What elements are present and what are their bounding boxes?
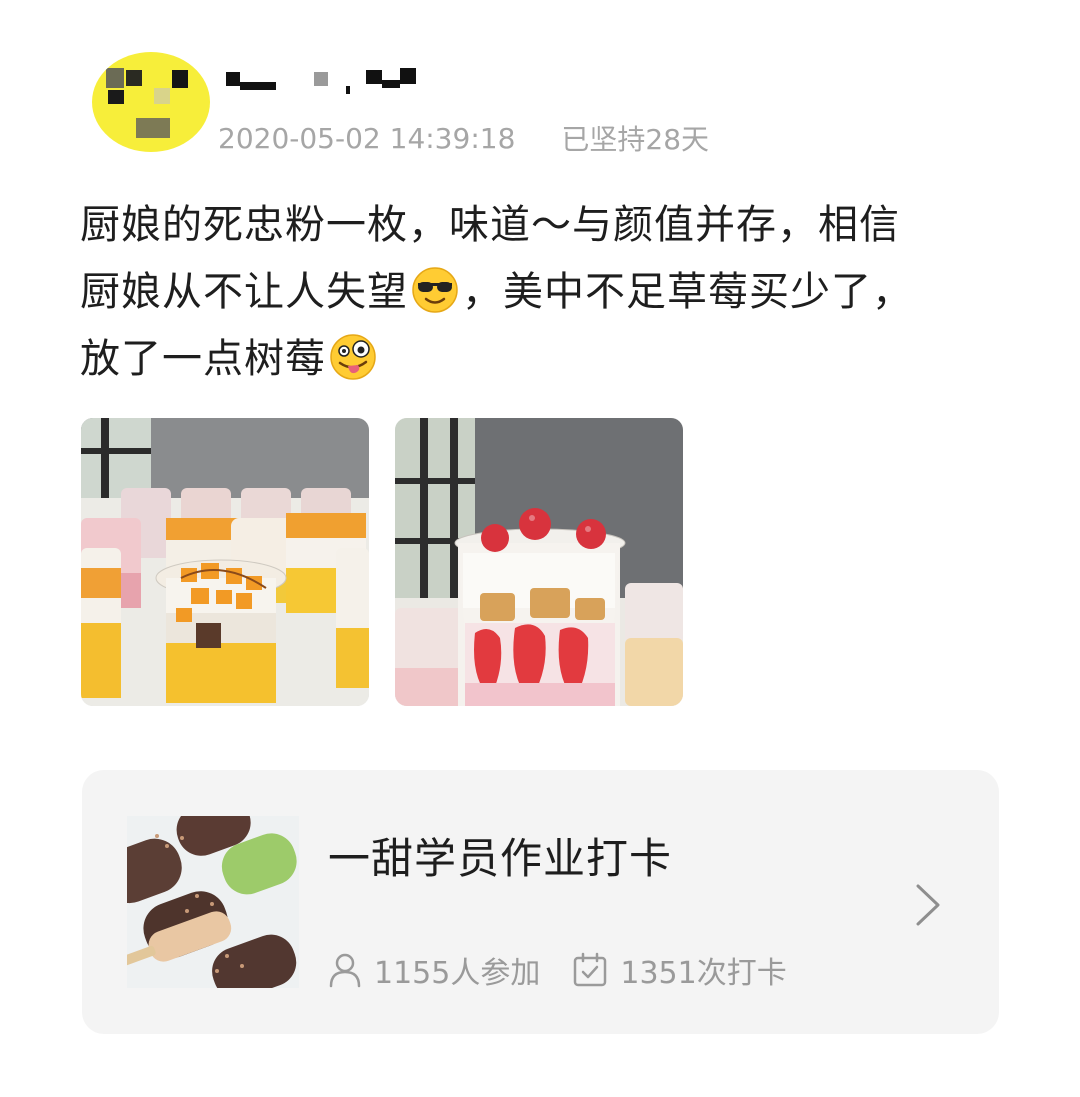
post-text-segment: 厨娘从不让人失望 [80, 269, 408, 315]
post-text-segment: ，美中不足草莓买少了， [462, 269, 913, 315]
post-text: 厨娘的死忠粉一枚，味道～与颜值并存，相信 厨娘从不让人失望 ，美中不足草莓买少了… [80, 192, 1010, 393]
post-text-line: 厨娘的死忠粉一枚，味道～与颜值并存，相信 [80, 202, 900, 248]
mango-dessert-image [81, 418, 369, 706]
post-text-segment: 放了一点树莓 [80, 336, 326, 382]
checkins-stat: 1351次打卡 [572, 948, 787, 992]
streak-label: 已坚持28天 [561, 123, 710, 156]
checkin-card[interactable]: 一甜学员作业打卡 1155人参加 1351次打卡 [82, 770, 999, 1034]
post-text-line: 厨娘从不让人失望 ，美中不足草莓买少了， [80, 259, 1010, 326]
chevron-right-icon[interactable] [908, 880, 948, 930]
card-stats: 1155人参加 1351次打卡 [328, 948, 787, 992]
card-thumbnail [127, 816, 299, 988]
sunglasses-emoji-icon [412, 267, 458, 313]
zany-face-emoji-icon [330, 334, 376, 380]
post-photo-1[interactable] [81, 418, 369, 706]
participants-count: 1155人参加 [374, 956, 541, 991]
ice-cream-bars-image [127, 816, 299, 988]
participants-stat: 1155人参加 [328, 948, 540, 992]
card-title: 一甜学员作业打卡 [328, 834, 673, 883]
post-text-line: 放了一点树莓 [80, 326, 1010, 393]
post-photo-2[interactable] [395, 418, 683, 706]
person-icon [329, 953, 361, 988]
calendar-check-icon [574, 952, 607, 987]
username-redacted[interactable] [226, 64, 426, 100]
checkins-count: 1351次打卡 [620, 956, 787, 991]
post-meta: 2020-05-02 14:39:18 已坚持28天 [218, 118, 709, 158]
strawberry-dessert-image [395, 418, 683, 706]
post-timestamp: 2020-05-02 14:39:18 [218, 121, 516, 155]
avatar[interactable] [92, 52, 210, 152]
